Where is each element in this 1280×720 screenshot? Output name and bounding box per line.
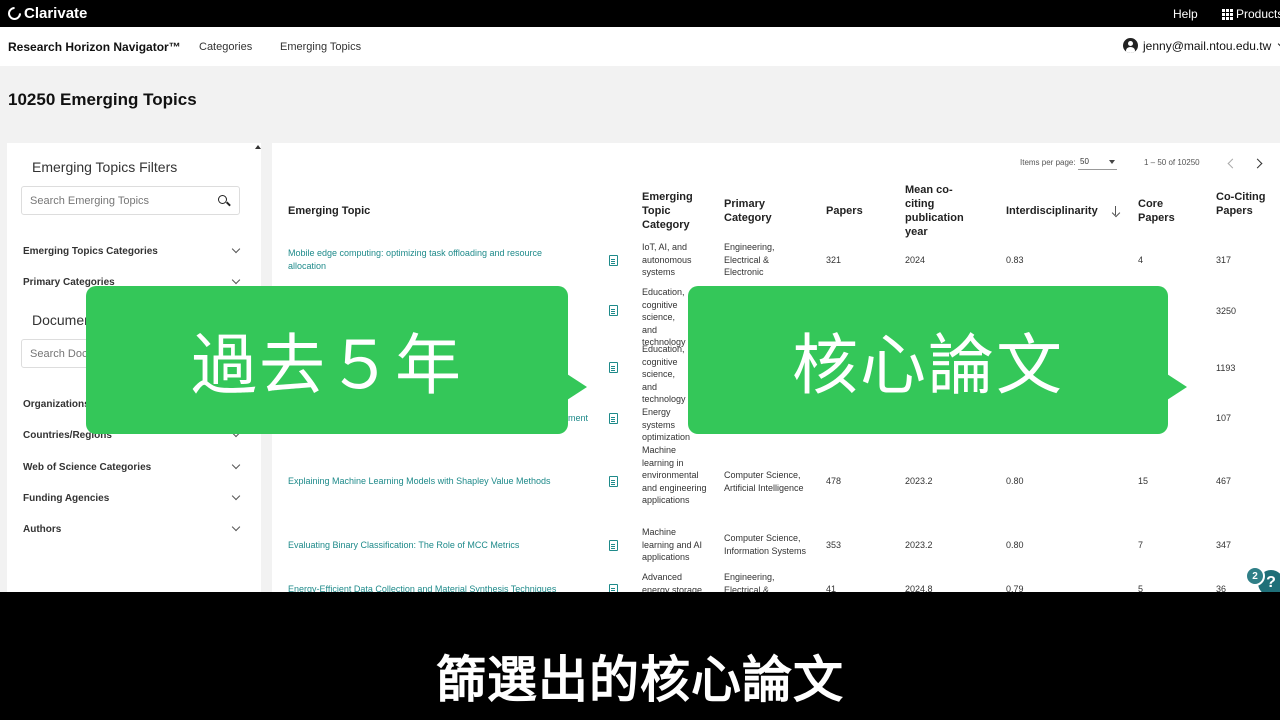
core-papers: 7 xyxy=(1138,540,1144,550)
chevron-down-icon xyxy=(231,275,241,285)
topic-link[interactable]: Evaluating Binary Classification: The Ro… xyxy=(288,539,588,552)
video-subtitle: 篩選出的核心論文 xyxy=(436,651,844,709)
top-bar: Clarivate Help Products xyxy=(0,0,1280,27)
primary-category: Computer Science, Artificial Intelligenc… xyxy=(724,470,804,493)
help-link[interactable]: Help xyxy=(1173,7,1198,21)
clarivate-logo-icon xyxy=(5,4,24,23)
callout-past-five-years: 過去５年 xyxy=(86,286,587,434)
filter-authors[interactable]: Authors xyxy=(23,522,241,535)
topic-category: Advanced energy storage xyxy=(642,572,703,593)
topic-link[interactable]: Explaining Machine Learning Models with … xyxy=(288,475,588,488)
primary-category: Computer Science, Information Systems xyxy=(724,533,807,556)
document-icon[interactable] xyxy=(609,540,618,551)
papers-count: 353 xyxy=(826,540,842,550)
filter-wos-categories[interactable]: Web of Science Categories xyxy=(23,460,241,473)
header-core-papers[interactable]: Core Papers xyxy=(1138,197,1182,225)
header-topic-category[interactable]: Emerging Topic Category xyxy=(642,190,702,232)
header-primary-category[interactable]: Primary Category xyxy=(724,197,794,225)
document-icon[interactable] xyxy=(609,413,618,424)
products-menu[interactable]: Products xyxy=(1222,7,1280,21)
nav-bar: Research Horizon Navigator™ Categories E… xyxy=(0,27,1280,66)
cociting-papers: 347 xyxy=(1216,540,1232,550)
filters-title: Emerging Topics Filters xyxy=(32,159,178,175)
dropdown-arrow-icon xyxy=(1109,160,1115,164)
apps-grid-icon xyxy=(1222,8,1233,20)
document-icon[interactable] xyxy=(609,476,618,487)
chevron-down-icon xyxy=(231,491,241,501)
topic-link[interactable]: ment xyxy=(568,412,588,425)
items-per-page-label: Items per page: xyxy=(1020,158,1076,167)
items-per-page-select[interactable]: 50 xyxy=(1078,154,1117,170)
header-mean-year[interactable]: Mean co-citing publication year xyxy=(905,183,971,239)
callout-tail xyxy=(1167,374,1187,400)
nav-categories[interactable]: Categories xyxy=(199,41,252,53)
topic-category: Education, cognitive science, and techno… xyxy=(642,344,686,404)
interdisciplinarity: 0.80 xyxy=(1006,540,1024,550)
chevron-down-icon xyxy=(231,522,241,532)
chevron-down-icon xyxy=(231,244,241,254)
primary-category: Engineering, Electrical & Electronic xyxy=(724,242,775,277)
papers-count: 478 xyxy=(826,476,842,486)
core-papers: 15 xyxy=(1138,476,1149,486)
scroll-up-icon[interactable] xyxy=(255,145,261,149)
table-row[interactable]: Energy-Efficient Data Collection and Mat… xyxy=(272,571,1280,593)
filter-funding-agencies[interactable]: Funding Agencies xyxy=(23,491,241,504)
sort-descending-icon[interactable] xyxy=(1112,206,1120,217)
search-topics-box xyxy=(21,186,240,215)
interdisciplinarity: 0.80 xyxy=(1006,476,1024,486)
cociting-papers: 317 xyxy=(1216,255,1232,265)
pagination-range: 1 – 50 of 10250 xyxy=(1144,158,1200,167)
user-menu[interactable]: jenny@mail.ntou.edu.tw xyxy=(1123,38,1280,53)
mean-year: 2024 xyxy=(905,255,926,265)
cociting-papers: 1193 xyxy=(1216,363,1236,373)
topic-category: IoT, AI, and autonomous systems xyxy=(642,242,692,277)
cociting-papers: 107 xyxy=(1216,413,1232,423)
core-papers: 4 xyxy=(1138,255,1144,265)
header-interdisciplinarity[interactable]: Interdisciplinarity xyxy=(1006,204,1098,218)
app-name[interactable]: Research Horizon Navigator™ xyxy=(8,40,181,54)
callout-core-papers: 核心論文 xyxy=(688,286,1187,434)
header-cociting-papers[interactable]: Co-Citing Papers xyxy=(1216,190,1266,218)
header-emerging-topic[interactable]: Emerging Topic xyxy=(288,204,370,218)
cociting-papers: 467 xyxy=(1216,476,1232,486)
topic-link[interactable]: Mobile edge computing: optimizing task o… xyxy=(288,247,578,273)
document-icon[interactable] xyxy=(609,255,618,266)
mean-year: 2023.2 xyxy=(905,540,933,550)
filter-emerging-topics-categories[interactable]: Emerging Topics Categories xyxy=(23,244,241,257)
primary-category: Engineering, Electrical & xyxy=(724,572,775,593)
notification-badge[interactable]: 2 xyxy=(1245,566,1265,586)
account-icon xyxy=(1123,38,1138,53)
topic-category: Education, cognitive science, and techno… xyxy=(642,287,686,347)
clarivate-logo[interactable]: Clarivate xyxy=(5,4,87,23)
page-title: 10250 Emerging Topics xyxy=(8,90,197,109)
document-icon[interactable] xyxy=(609,362,618,373)
cociting-papers: 3250 xyxy=(1216,306,1237,316)
nav-emerging-topics[interactable]: Emerging Topics xyxy=(280,41,361,53)
topic-category: Machine learning and AI applications xyxy=(642,527,703,562)
topic-category: Machine learning in environmental and en… xyxy=(642,445,707,505)
chevron-down-icon xyxy=(231,460,241,470)
mean-year: 2023.2 xyxy=(905,476,933,486)
search-topics-input[interactable] xyxy=(22,187,202,214)
search-icon[interactable] xyxy=(218,195,227,204)
topic-category: Energy systems optimization xyxy=(642,407,691,442)
papers-count: 321 xyxy=(826,255,842,265)
document-icon[interactable] xyxy=(609,305,618,316)
header-papers[interactable]: Papers xyxy=(826,204,863,218)
interdisciplinarity: 0.83 xyxy=(1006,255,1024,265)
callout-tail xyxy=(567,374,587,400)
previous-page-icon[interactable] xyxy=(1227,158,1238,169)
user-email: jenny@mail.ntou.edu.tw xyxy=(1143,38,1272,53)
next-page-icon[interactable] xyxy=(1252,158,1263,169)
